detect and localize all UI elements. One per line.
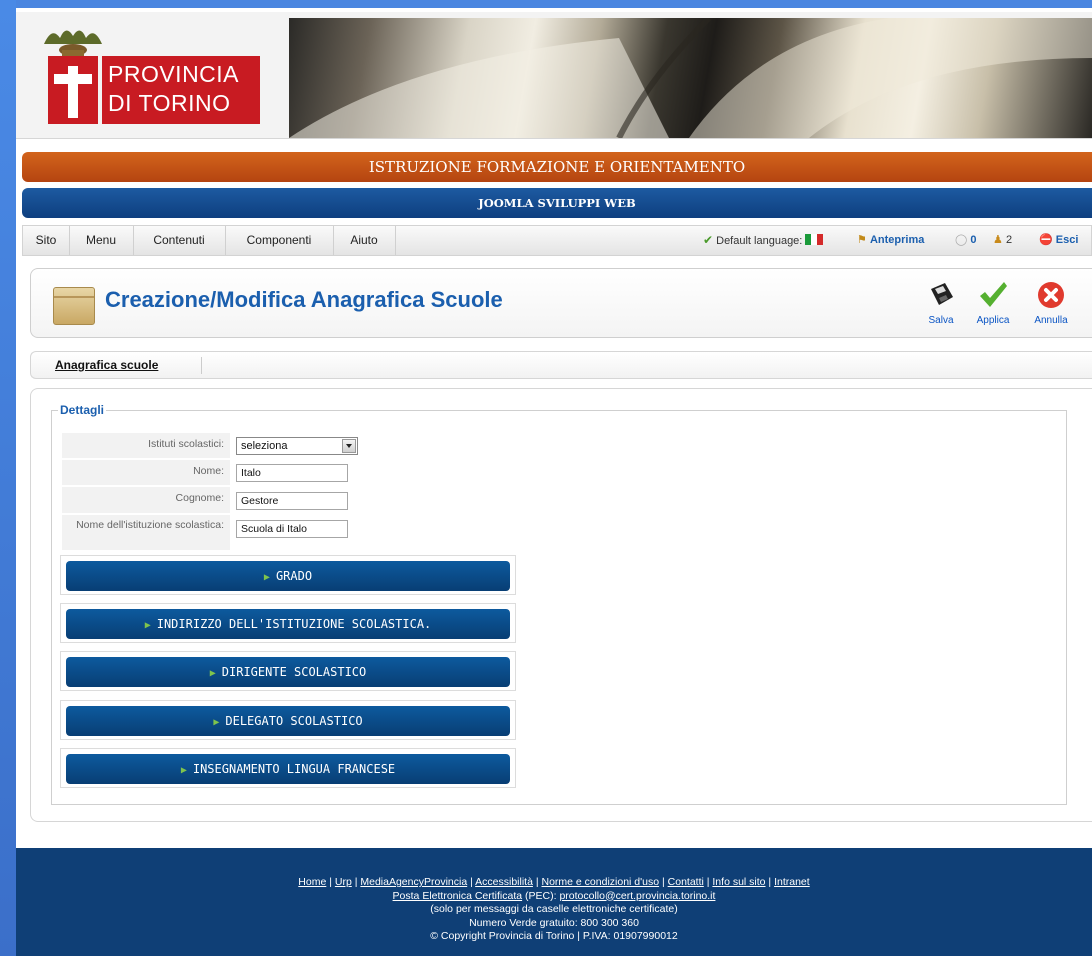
cancel-button[interactable]: Annulla [1027, 279, 1075, 326]
istituzione-input[interactable] [236, 520, 348, 538]
delegato-toggle-button[interactable]: ▶ DELEGATO SCOLASTICO [66, 706, 510, 736]
section-indirizzo: ▶ INDIRIZZO DELL'ISTITUZIONE SCOLASTICA. [60, 603, 516, 643]
users-icon: ♟ [993, 234, 1003, 246]
users-count: 2 [1005, 234, 1013, 246]
cancel-label: Annulla [1034, 315, 1068, 326]
toolbar-box: Creazione/Modifica Anagrafica Scuole Sal… [30, 268, 1092, 338]
window-frame-left [0, 0, 16, 956]
site-title-bar: JOOMLA SVILUPPI WEB [22, 188, 1092, 218]
cognome-label: Cognome: [62, 487, 230, 514]
footer-pec-text: (PEC): [525, 889, 557, 902]
messages-count: 0 [970, 234, 977, 246]
istituti-label: Istituti scolastici: [62, 433, 230, 459]
grado-label: GRADO [275, 569, 313, 583]
messages-icon: ◯ [955, 234, 968, 246]
details-legend: Dettagli [60, 403, 105, 417]
expand-arrow-icon: ▶ [213, 717, 220, 728]
expand-arrow-icon: ▶ [209, 668, 216, 679]
window-frame-top [0, 0, 1092, 8]
header-banner: PROVINCIA DI TORINO [16, 12, 1092, 139]
section-delegato: ▶ DELEGATO SCOLASTICO [60, 700, 516, 740]
admin-page: PROVINCIA DI TORINO ISTRUZIONE FORMAZION… [16, 8, 1092, 956]
nome-input[interactable] [236, 464, 348, 482]
chevron-down-icon[interactable] [342, 439, 356, 453]
dirigente-label: DIRIGENTE SCOLASTICO [221, 665, 367, 679]
footer-link-mediaagency[interactable]: MediaAgencyProvincia [360, 876, 467, 888]
nome-label: Nome: [62, 460, 230, 486]
grado-toggle-button[interactable]: ▶ GRADO [66, 561, 510, 591]
preview-label: Anteprima [869, 234, 925, 246]
footer-link-pec[interactable]: Posta Elettronica Certificata [393, 890, 523, 902]
footer-link-urp[interactable]: Urp [335, 876, 352, 888]
indirizzo-toggle-button[interactable]: ▶ INDIRIZZO DELL'ISTITUZIONE SCOLASTICA. [66, 609, 510, 639]
lingua-francese-label: INSEGNAMENTO LINGUA FRANCESE [192, 762, 396, 776]
submenu-divider [201, 357, 202, 374]
language-icon: ✔ [703, 233, 714, 247]
footer-pec-line: Posta Elettronica Certificata (PEC): pro… [16, 890, 1092, 904]
italy-flag-icon [805, 228, 824, 245]
indirizzo-label: INDIRIZZO DELL'ISTITUZIONE SCOLASTICA. [156, 617, 432, 631]
submenu-bar: Anagrafica scuole [30, 351, 1092, 379]
package-box-icon [53, 287, 95, 325]
expand-arrow-icon: ▶ [180, 765, 187, 776]
messages-status[interactable]: ◯ 0 [955, 226, 977, 255]
section-lingua-francese: ▶ INSEGNAMENTO LINGUA FRANCESE [60, 748, 516, 788]
footer-pec-email[interactable]: protocollo@cert.provincia.torino.it [559, 890, 715, 902]
lingua-francese-toggle-button[interactable]: ▶ INSEGNAMENTO LINGUA FRANCESE [66, 754, 510, 784]
menu-item-sito[interactable]: Sito [23, 226, 70, 255]
dirigente-toggle-button[interactable]: ▶ DIRIGENTE SCOLASTICO [66, 657, 510, 687]
details-fieldset: Dettagli Istituti scolastici: seleziona … [51, 403, 1067, 805]
section-title-bar: ISTRUZIONE FORMAZIONE E ORIENTAMENTO [22, 152, 1092, 182]
logo-text-line1: PROVINCIA [108, 61, 240, 87]
menu-item-componenti[interactable]: Componenti [225, 226, 334, 255]
provincia-logo[interactable]: PROVINCIA DI TORINO [48, 56, 260, 124]
logout-link[interactable]: ⛔ Esci [1039, 226, 1078, 255]
default-language-label: Default language: [716, 235, 803, 247]
footer-link-intranet[interactable]: Intranet [774, 876, 810, 888]
expand-arrow-icon: ▶ [263, 572, 270, 583]
istituti-select[interactable]: seleziona [236, 437, 358, 455]
apply-label: Applica [976, 315, 1010, 326]
section-grado: ▶ GRADO [60, 555, 516, 595]
menu-item-contenuti[interactable]: Contenuti [133, 226, 226, 255]
footer: Home | Urp | MediaAgencyProvincia | Acce… [16, 848, 1092, 956]
crown-crest-icon [44, 30, 102, 58]
preview-link[interactable]: ⚑ Anteprima [857, 226, 924, 255]
menu-item-aiuto[interactable]: Aiuto [333, 226, 396, 255]
default-language-status: ✔ Default language: [703, 226, 824, 255]
save-label: Salva [928, 315, 954, 326]
tab-anagrafica-scuole[interactable]: Anagrafica scuole [55, 358, 158, 372]
footer-link-home[interactable]: Home [298, 876, 326, 888]
footer-link-accessibilita[interactable]: Accessibilità [475, 876, 533, 888]
footer-links: Home | Urp | MediaAgencyProvincia | Acce… [298, 876, 810, 888]
footer-copyright: © Copyright Provincia di Torino | P.IVA:… [430, 930, 678, 942]
cancel-icon [1038, 282, 1064, 308]
footer-link-info[interactable]: Info sul sito [712, 876, 765, 888]
page-title: Creazione/Modifica Anagrafica Scuole [105, 287, 503, 312]
floppy-disk-icon [931, 283, 953, 305]
expand-arrow-icon: ▶ [144, 620, 151, 631]
section-dirigente: ▶ DIRIGENTE SCOLASTICO [60, 651, 516, 691]
admin-menubar: Sito Menu Contenuti Componenti Aiuto ✔ D… [22, 225, 1092, 256]
footer-line4: Numero Verde gratuito: 800 300 360 [469, 916, 639, 929]
logo-text-line2: DI TORINO [108, 90, 231, 116]
content-area: Dettagli Istituti scolastici: seleziona … [30, 388, 1092, 822]
logout-label: Esci [1055, 234, 1079, 246]
istituti-selected-value: seleziona [241, 440, 288, 452]
apply-button[interactable]: Applica [969, 279, 1017, 326]
footer-link-contatti[interactable]: Contatti [668, 876, 704, 888]
cognome-input[interactable] [236, 492, 348, 510]
logout-icon: ⛔ [1039, 234, 1053, 246]
menu-item-menu[interactable]: Menu [69, 226, 134, 255]
save-button[interactable]: Salva [917, 279, 965, 326]
footer-link-norme[interactable]: Norme e condizioni d'uso [542, 876, 660, 888]
checkmark-icon [980, 282, 1007, 307]
footer-line3: (solo per messaggi da caselle elettronic… [430, 903, 678, 915]
shield-cross-icon [48, 56, 98, 124]
book-pages-decoration [289, 18, 1092, 138]
users-status[interactable]: ♟ 2 [993, 226, 1012, 255]
delegato-label: DELEGATO SCOLASTICO [225, 714, 363, 728]
istituzione-label: Nome dell'istituzione scolastica: [62, 515, 230, 551]
preview-icon: ⚑ [857, 234, 867, 246]
